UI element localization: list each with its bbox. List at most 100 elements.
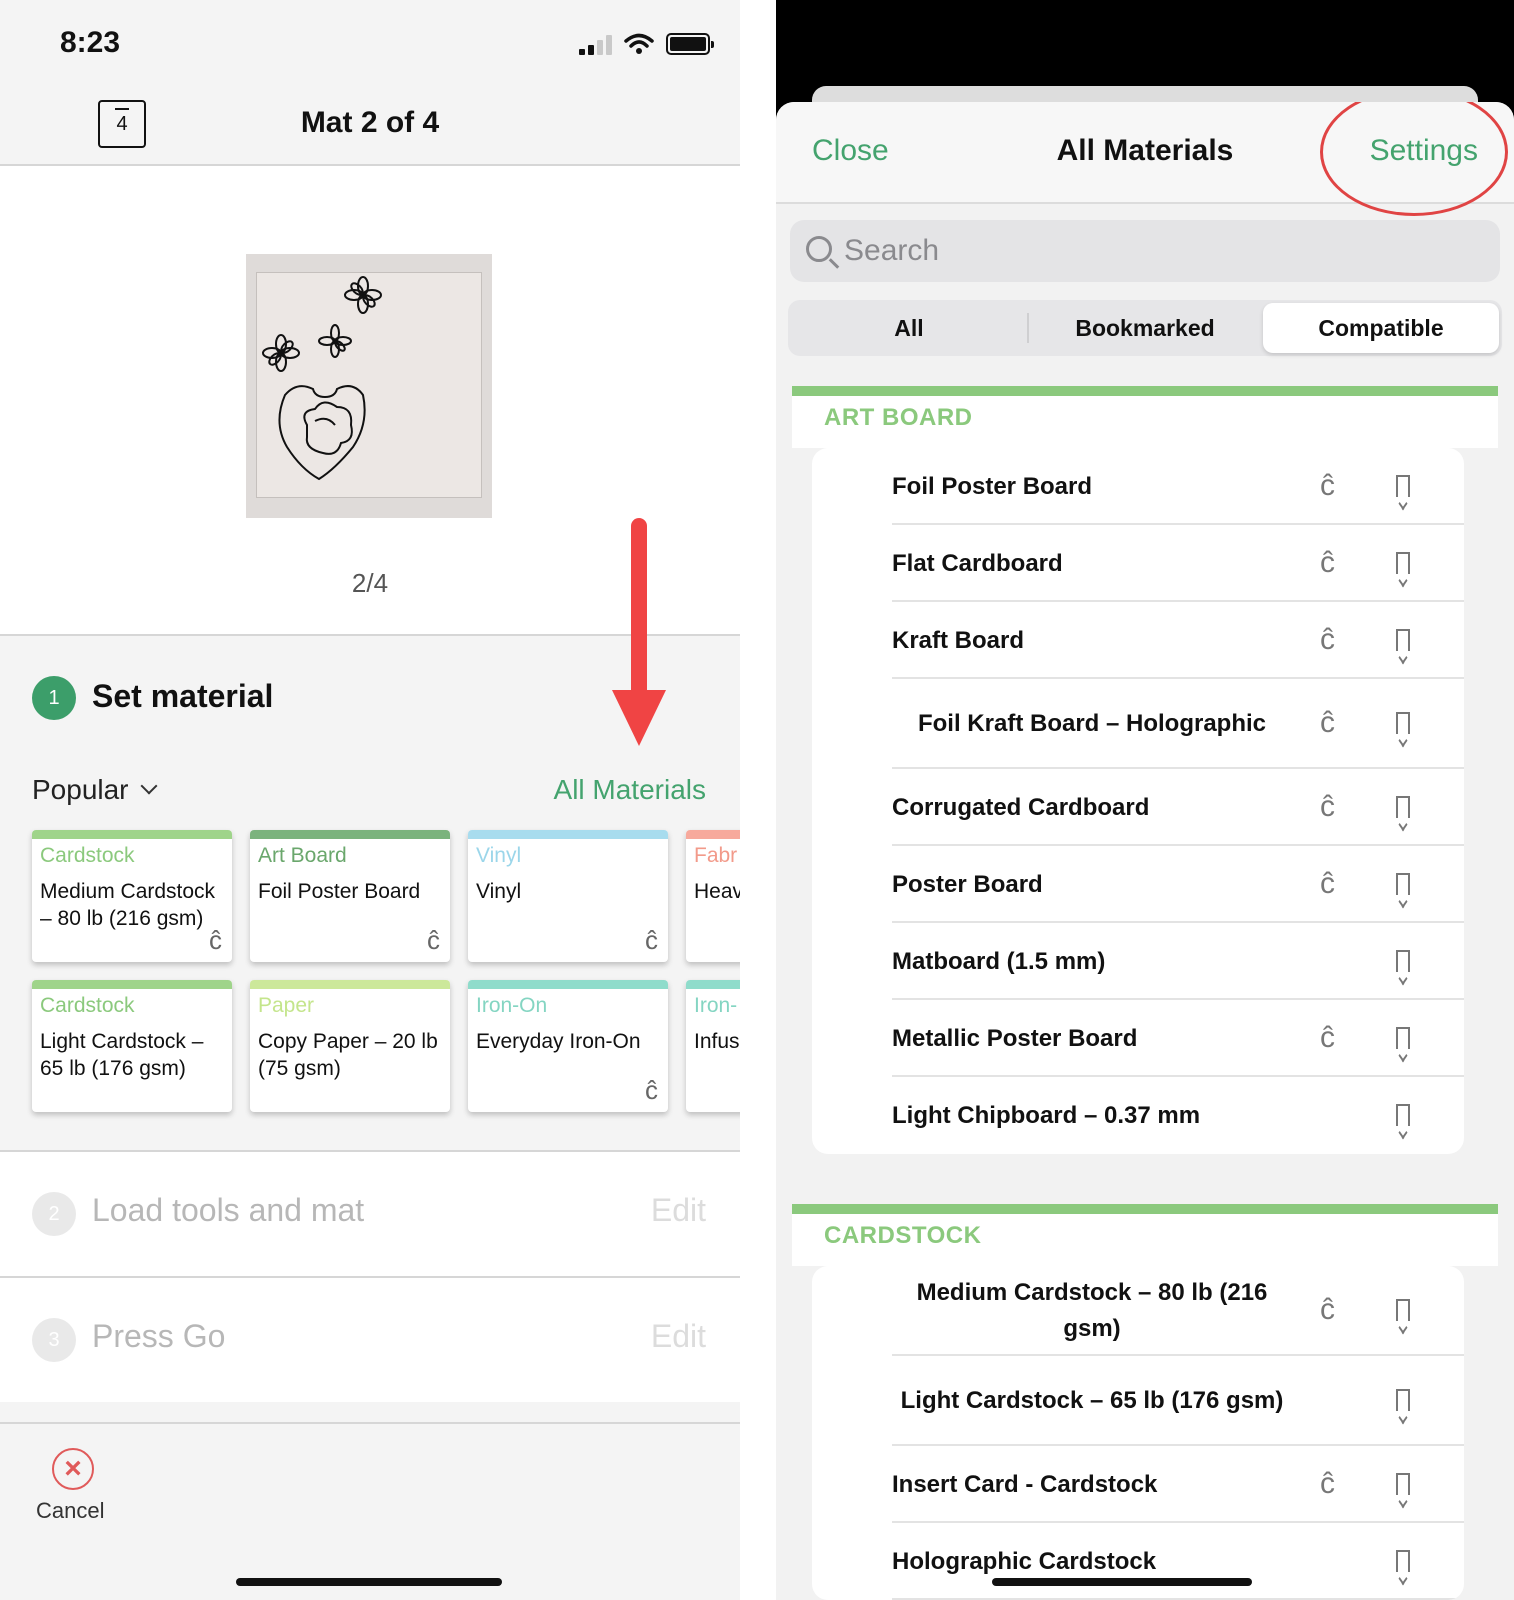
category-color-bar <box>686 980 740 989</box>
material-row[interactable]: Light Cardstock – 65 lb (176 gsm) <box>812 1356 1464 1446</box>
step-press-go-row[interactable]: 3 Press Go Edit <box>0 1276 740 1402</box>
card-category: Fabr <box>694 844 738 867</box>
cricut-c-icon: ĉ <box>1320 706 1335 739</box>
category-color-bar <box>468 980 668 989</box>
card-material-name: Everyday Iron-On <box>476 1030 641 1053</box>
cancel-x-icon[interactable]: × <box>52 1448 94 1490</box>
popular-filter-dropdown[interactable]: Popular <box>32 774 158 806</box>
category-color-bar <box>32 980 232 989</box>
step-load-tools-row[interactable]: 2 Load tools and mat Edit <box>0 1150 740 1276</box>
material-row[interactable]: Insert Card - Cardstock ĉ <box>812 1446 1464 1523</box>
tab-bookmarked[interactable]: Bookmarked <box>1027 303 1263 353</box>
bookmark-icon[interactable] <box>1396 474 1410 497</box>
cricut-c-icon: ĉ <box>1320 468 1335 502</box>
material-name: Kraft Board <box>892 626 1025 654</box>
material-row[interactable]: Flat Cardboard ĉ <box>812 525 1464 602</box>
search-placeholder: Search <box>844 234 940 267</box>
left-screen: 8:23 4 Mat 2 of 4 2/4 1 Set material Pop… <box>0 0 740 1600</box>
bookmark-icon[interactable] <box>1396 712 1410 734</box>
material-row[interactable]: Poster Board ĉ <box>812 846 1464 923</box>
cancel-button[interactable]: Cancel <box>36 1498 104 1524</box>
mat-design-graphic <box>262 276 382 481</box>
card-material-name: Heav (like <box>694 880 740 903</box>
material-card[interactable]: Vinyl Vinyl ĉ <box>468 830 668 962</box>
home-indicator[interactable] <box>236 1578 502 1586</box>
material-card[interactable]: Iron- Infus Tran <box>686 980 740 1112</box>
mat-preview[interactable] <box>246 254 492 518</box>
red-arrow-annotation <box>612 518 666 746</box>
card-material-name: Vinyl <box>476 880 522 903</box>
bookmark-icon[interactable] <box>1396 628 1410 651</box>
card-material-name: Light Cardstock – 65 lb (176 gsm) <box>40 1030 204 1080</box>
category-color-bar <box>250 830 450 839</box>
sheet-header: Close All Materials Settings <box>776 102 1514 216</box>
bookmark-icon[interactable] <box>1396 872 1410 895</box>
cricut-c-icon: ĉ <box>1320 1020 1335 1054</box>
bookmark-icon[interactable] <box>1396 949 1410 972</box>
card-category: Art Board <box>258 844 347 867</box>
card-material-name: Infus Tran <box>694 1030 740 1053</box>
status-time: 8:23 <box>60 26 121 59</box>
highlight-circle-annotation <box>1320 102 1508 216</box>
material-group: Medium Cardstock – 80 lb (216 gsm) ĉ Light… <box>812 1266 1464 1600</box>
bookmark-icon[interactable] <box>1396 795 1410 818</box>
bookmark-icon[interactable] <box>1396 1026 1410 1049</box>
cricut-c-icon: ĉ <box>1320 1293 1335 1326</box>
section-title: ART BOARD <box>824 404 973 431</box>
material-card[interactable]: Art Board Foil Poster Board ĉ <box>250 830 450 962</box>
card-category: Cardstock <box>40 994 135 1017</box>
bookmark-icon[interactable] <box>1396 1472 1410 1495</box>
tab-all[interactable]: All <box>791 303 1027 353</box>
card-category: Iron- <box>694 994 738 1017</box>
bookmark-icon[interactable] <box>1396 1389 1410 1411</box>
edit-button[interactable]: Edit <box>651 1192 706 1229</box>
category-color-bar <box>32 830 232 839</box>
search-icon <box>806 236 832 262</box>
material-card[interactable]: Iron-On Everyday Iron-On ĉ <box>468 980 668 1112</box>
bookmark-icon[interactable] <box>1396 1103 1410 1126</box>
section-header: ART BOARD <box>792 386 1498 448</box>
cellular-signal-icon <box>579 33 612 55</box>
material-card[interactable]: Cardstock Medium Cardstock – 80 lb (216 g… <box>32 830 232 962</box>
material-row[interactable]: Corrugated Cardboard ĉ <box>812 769 1464 846</box>
bookmark-icon[interactable] <box>1396 1299 1410 1321</box>
bookmark-icon[interactable] <box>1396 551 1410 574</box>
material-card[interactable]: Paper Copy Paper – 20 lb (75 gsm) <box>250 980 450 1112</box>
edit-button[interactable]: Edit <box>651 1318 706 1355</box>
material-row[interactable]: Matboard (1.5 mm) <box>812 923 1464 1000</box>
material-row[interactable]: Foil Kraft Board – Holographic ĉ <box>812 679 1464 769</box>
material-card[interactable]: Fabr Heav (like <box>686 830 740 962</box>
cricut-c-icon: ĉ <box>209 925 222 955</box>
material-row[interactable]: Light Chipboard – 0.37 mm <box>812 1077 1464 1154</box>
material-name: Matboard (1.5 mm) <box>892 947 1106 975</box>
material-card[interactable]: Cardstock Light Cardstock – 65 lb (176 gs… <box>32 980 232 1112</box>
bottom-toolbar: × Cancel <box>0 1422 740 1600</box>
wifi-icon <box>624 33 654 54</box>
popular-filter-label: Popular <box>32 774 129 805</box>
section-header: CARDSTOCK <box>792 1204 1498 1266</box>
search-input[interactable]: Search <box>790 220 1500 282</box>
filter-segmented-control: All Bookmarked Compatible <box>788 300 1502 356</box>
material-name: Flat Cardboard <box>892 549 1063 577</box>
cricut-c-icon: ĉ <box>427 925 440 955</box>
chevron-down-icon <box>140 777 158 795</box>
card-material-name: Foil Poster Board <box>258 880 421 903</box>
material-name: Light Chipboard – 0.37 mm <box>892 1101 1201 1129</box>
card-category: Iron-On <box>476 994 548 1017</box>
category-color-bar <box>686 830 740 839</box>
all-materials-link[interactable]: All Materials <box>554 774 706 806</box>
bookmark-icon[interactable] <box>1396 1549 1410 1572</box>
home-indicator[interactable] <box>992 1578 1252 1586</box>
material-row[interactable]: Metallic Poster Board ĉ <box>812 1000 1464 1077</box>
material-row[interactable]: Holographic Cardstock <box>812 1523 1464 1600</box>
status-icons <box>579 30 714 58</box>
step-label: Load tools and mat <box>92 1192 365 1228</box>
material-row[interactable]: Foil Poster Board ĉ <box>812 448 1464 525</box>
material-row[interactable]: Medium Cardstock – 80 lb (216 gsm) ĉ <box>812 1266 1464 1356</box>
material-row[interactable]: Kraft Board ĉ <box>812 602 1464 679</box>
tab-compatible[interactable]: Compatible <box>1263 303 1499 353</box>
material-name: Corrugated Cardboard <box>892 793 1150 821</box>
battery-icon <box>666 33 714 55</box>
material-name: Poster Board <box>892 870 1043 898</box>
card-category: Vinyl <box>476 844 522 867</box>
